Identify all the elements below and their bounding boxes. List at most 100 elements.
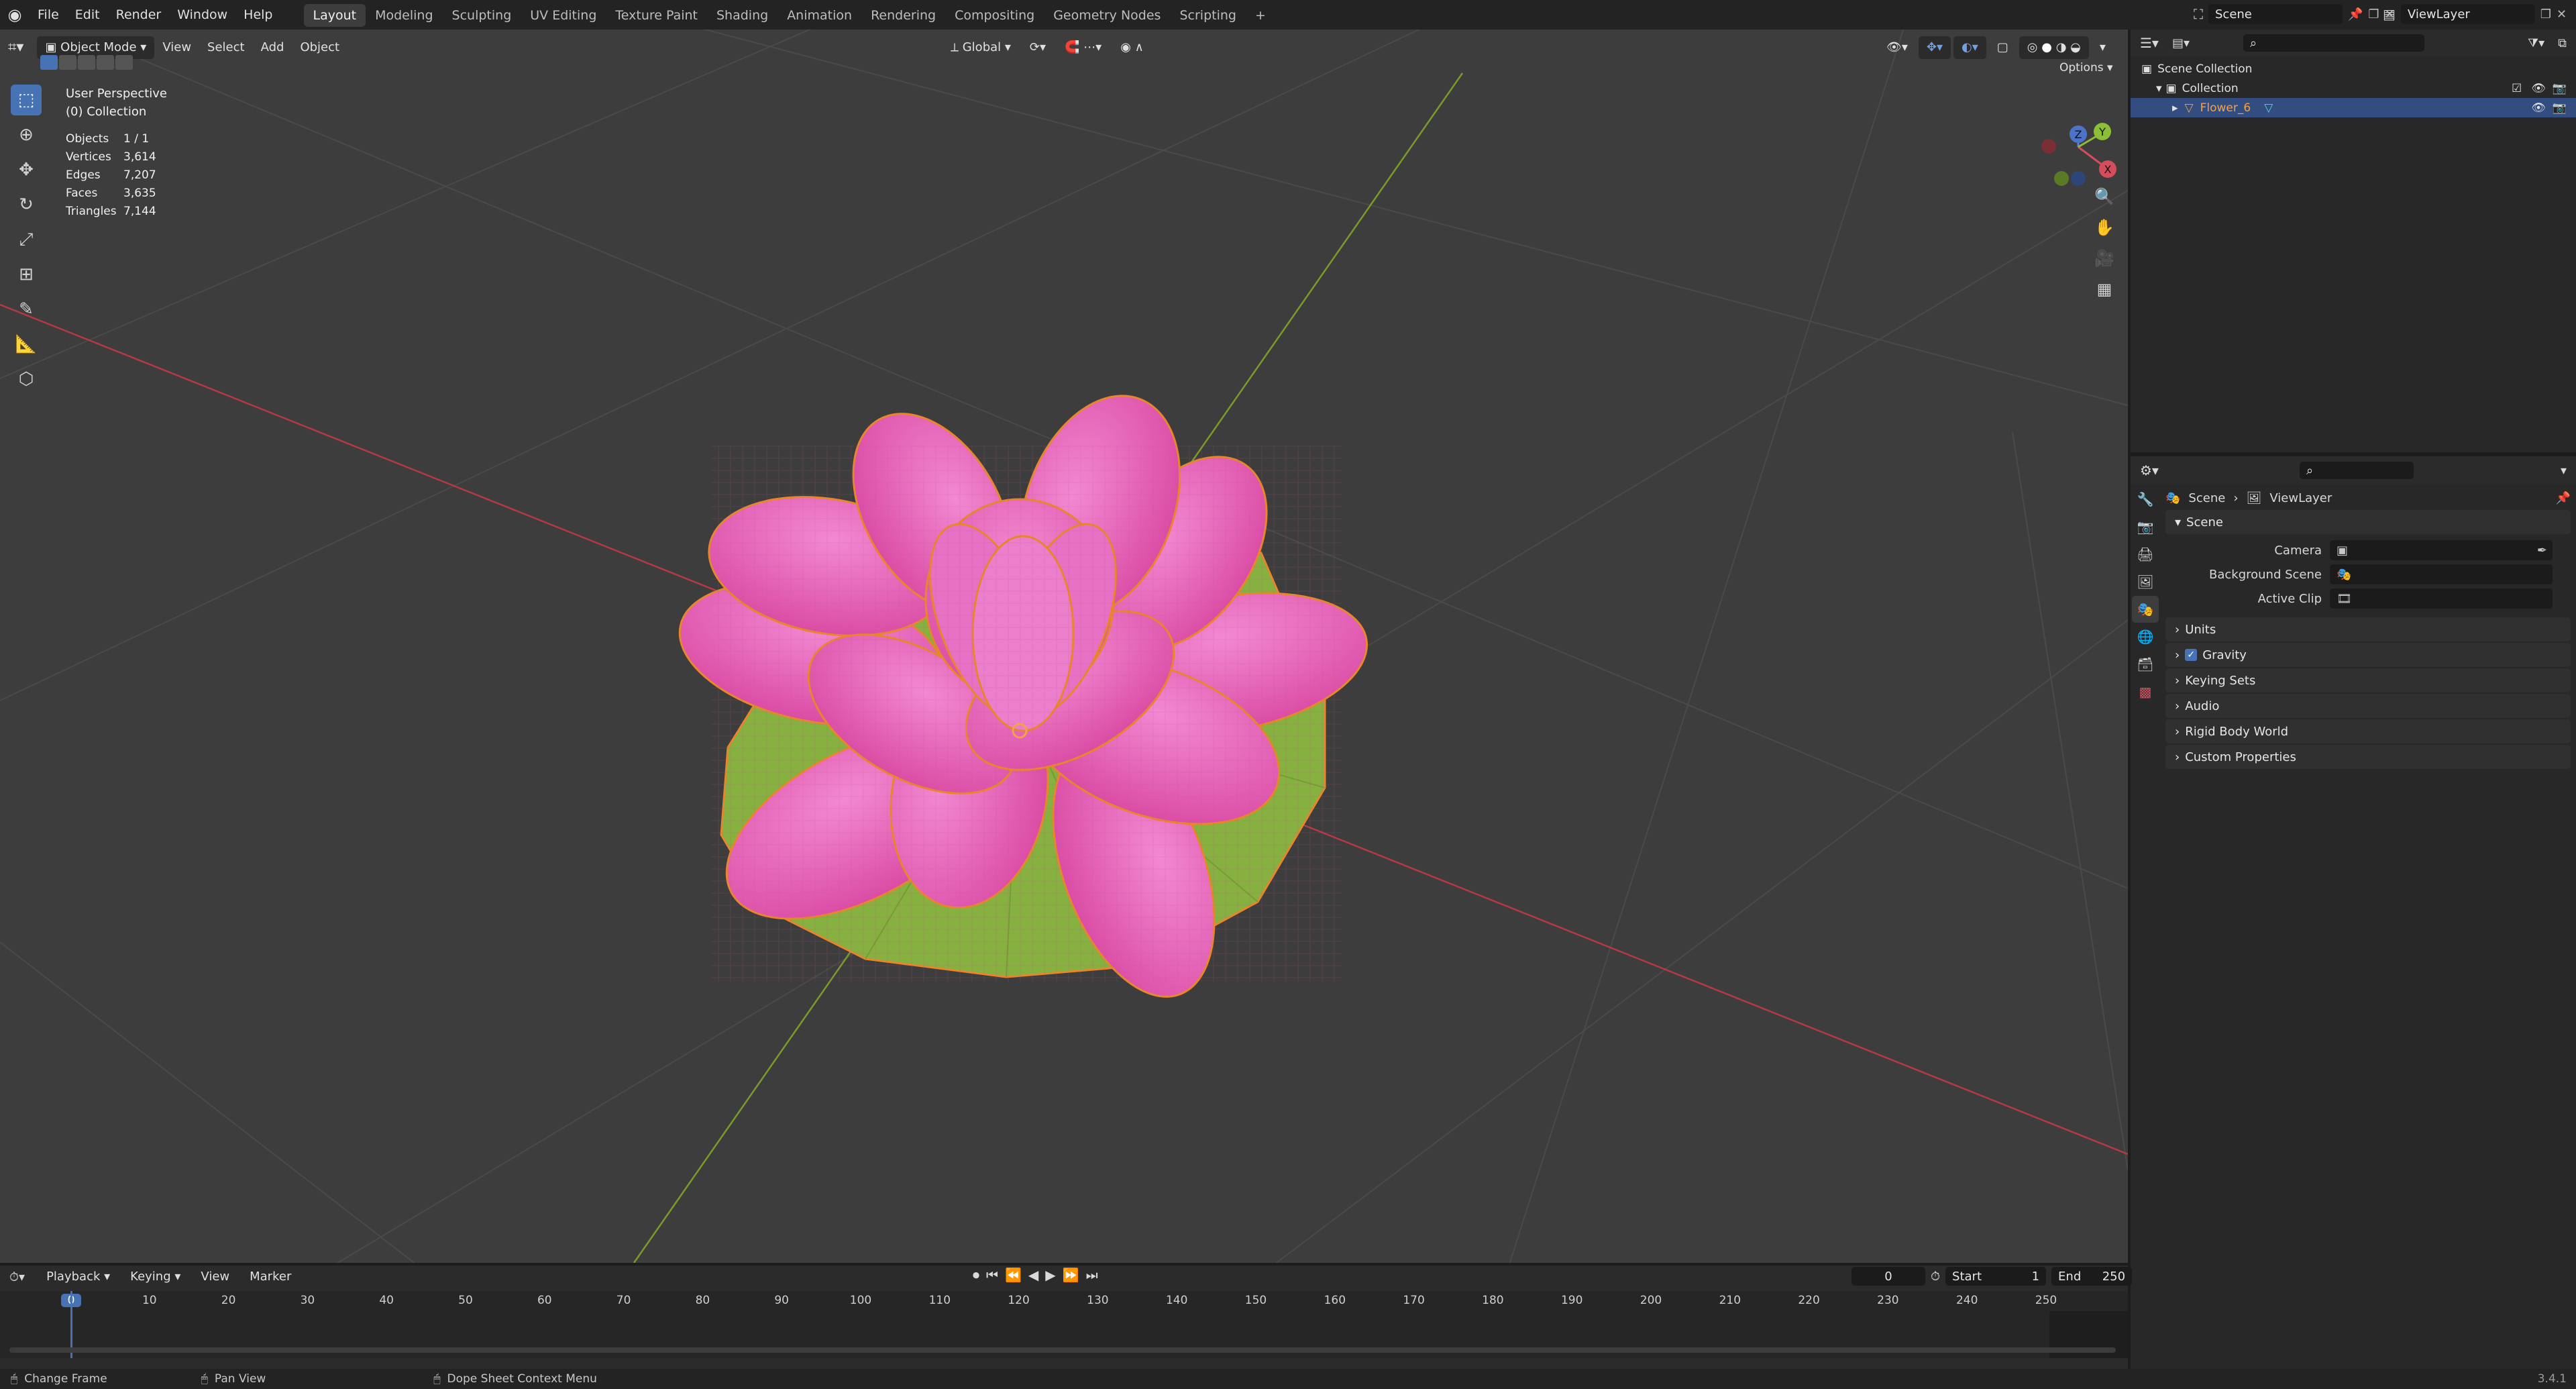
timeline-editor-icon[interactable]: ⏱▾ [9, 1270, 25, 1284]
world-tab-icon[interactable]: 🌐 [2132, 623, 2159, 650]
workspace-tab-modeling[interactable]: Modeling [366, 4, 442, 27]
next-keyframe-icon[interactable]: ⏩ [1063, 1267, 1079, 1283]
custom-properties-panel-header[interactable]: › Custom Properties [2165, 745, 2571, 769]
scene-icon[interactable]: ⛶ [2194, 6, 2203, 22]
workspace-tab-scripting[interactable]: Scripting [1170, 4, 1246, 27]
select-subtract-icon[interactable] [78, 55, 95, 70]
select-intersect-icon[interactable] [115, 55, 133, 70]
tool-tab-icon[interactable]: 🔧 [2132, 486, 2159, 513]
end-frame-input[interactable]: End 250 [2051, 1267, 2133, 1286]
jump-start-icon[interactable]: ⏮ [986, 1267, 998, 1283]
zoom-icon[interactable]: 🔍 [2089, 181, 2120, 212]
cursor-tool-icon[interactable]: ⊕ [11, 119, 42, 150]
rotate-tool-icon[interactable]: ↻ [11, 189, 42, 220]
select-invert-icon[interactable] [97, 55, 114, 70]
menu-add[interactable]: Add [253, 36, 292, 59]
transform-tool-icon[interactable]: ⊞ [11, 259, 42, 290]
display-mode-icon[interactable]: ▤▾ [2172, 36, 2190, 50]
pin-icon[interactable]: 📌 [2348, 7, 2363, 21]
snap-icon[interactable]: 🧲 ⋯▾ [1057, 36, 1110, 59]
select-new-icon[interactable] [40, 55, 58, 70]
background-scene-input[interactable]: 🎭 [2330, 564, 2553, 584]
menu-object[interactable]: Object [292, 36, 347, 59]
collection-tab-icon[interactable]: 🗃 [2132, 651, 2159, 678]
render-tab-icon[interactable]: 📷 [2132, 513, 2159, 540]
move-tool-icon[interactable]: ✥ [11, 154, 42, 185]
options-chevron-icon[interactable]: ▾ [2561, 464, 2567, 478]
timeline-scrollbar[interactable] [9, 1347, 2116, 1353]
gizmo-neg-x[interactable] [2041, 139, 2056, 154]
menu-render[interactable]: Render [108, 0, 170, 30]
texture-tab-icon[interactable]: ▩ [2132, 678, 2159, 705]
menu-playback[interactable]: Playback ▾ [38, 1266, 118, 1288]
play-icon[interactable]: ▶ [1045, 1267, 1055, 1283]
rigid-body-world-panel-header[interactable]: › Rigid Body World [2165, 719, 2571, 743]
add-workspace-button[interactable]: + [1246, 4, 1275, 27]
scene-tab-icon[interactable]: 🎭 [2132, 596, 2159, 623]
prev-keyframe-icon[interactable]: ⏪ [1005, 1267, 1022, 1283]
menu-file[interactable]: File [30, 0, 67, 30]
play-reverse-icon[interactable]: ◀ [1028, 1267, 1038, 1283]
jump-end-icon[interactable]: ⏭ [1086, 1267, 1098, 1283]
gizmo-neg-z[interactable] [2071, 171, 2086, 186]
mesh-data-icon[interactable]: ▽ [2264, 101, 2273, 115]
shading-modes[interactable]: ◎ ● ◑ ◒ [2019, 36, 2089, 59]
workspace-tab-layout[interactable]: Layout [303, 4, 366, 27]
menu-window[interactable]: Window [169, 0, 235, 30]
exclude-checkbox-icon[interactable]: ☑ [2512, 82, 2522, 95]
workspace-tab-shading[interactable]: Shading [707, 4, 777, 27]
scene-panel-header[interactable]: ▾ Scene [2165, 510, 2571, 534]
start-frame-input[interactable]: Start 1 [1945, 1267, 2047, 1286]
tree-object-flower[interactable]: ▸ ▽ Flower_6 ▽ 👁 📷 [2131, 98, 2576, 117]
frame-ruler[interactable]: 0102030405060708090100110120130140150160… [0, 1291, 2128, 1311]
workspace-tab-compositing[interactable]: Compositing [945, 4, 1044, 27]
workspace-tab-animation[interactable]: Animation [777, 4, 861, 27]
eyedropper-icon[interactable]: ✒ [2537, 544, 2547, 558]
menu-select[interactable]: Select [199, 36, 253, 59]
new-collection-icon[interactable]: ⧉ [2558, 36, 2567, 50]
workspace-tab-texture-paint[interactable]: Texture Paint [606, 4, 707, 27]
wireframe-shading-icon[interactable]: ◎ [2027, 40, 2038, 54]
pin-icon[interactable]: 📌 [2556, 491, 2571, 505]
xray-icon[interactable]: ▢ [1989, 36, 2017, 59]
menu-keying[interactable]: Keying ▾ [122, 1266, 189, 1288]
workspace-tab-rendering[interactable]: Rendering [861, 4, 945, 27]
menu-help[interactable]: Help [235, 0, 280, 30]
new-scene-icon[interactable]: ❐ [2368, 7, 2379, 21]
properties-search-input[interactable]: ⌕ [2299, 462, 2414, 479]
scale-tool-icon[interactable]: ⤢ [11, 224, 42, 255]
measure-tool-icon[interactable]: 📐 [11, 329, 42, 360]
current-frame-input[interactable]: 0 [1851, 1267, 1925, 1286]
properties-editor-icon[interactable]: ⚙▾ [2140, 462, 2159, 478]
solid-shading-icon[interactable]: ● [2041, 40, 2052, 54]
view-layer-icon[interactable]: ▤ [2383, 6, 2396, 22]
pan-hand-icon[interactable]: ✋ [2089, 212, 2120, 243]
gravity-checkbox[interactable]: ✓ [2185, 649, 2198, 661]
view-layer-name-field[interactable]: ViewLayer [2400, 4, 2535, 24]
workspace-tab-uv-editing[interactable]: UV Editing [521, 4, 606, 27]
workspace-tab-sculpting[interactable]: Sculpting [443, 4, 521, 27]
menu-view[interactable]: View [154, 36, 199, 59]
menu-edit[interactable]: Edit [67, 0, 108, 30]
render-camera-icon[interactable]: 📷 [2553, 101, 2567, 115]
new-view-layer-icon[interactable]: ❐ [2540, 7, 2551, 21]
scene-name-field[interactable]: Scene [2208, 4, 2343, 24]
annotate-tool-icon[interactable]: ✎ [11, 294, 42, 325]
proportional-edit-icon[interactable]: ◉ ∧ [1112, 36, 1152, 59]
orientation-dropdown[interactable]: ⟂ Global ▾ [943, 36, 1019, 59]
add-cube-tool-icon[interactable]: ⬡ [11, 364, 42, 395]
record-icon[interactable]: ⏺ [973, 1267, 979, 1283]
close-view-layer-icon[interactable]: ✕ [2557, 7, 2567, 21]
visibility-icon[interactable]: 👁▾ [1878, 36, 1916, 59]
view-layer-tab-icon[interactable]: 🖼 [2132, 568, 2159, 595]
material-shading-icon[interactable]: ◑ [2056, 40, 2067, 54]
keying-sets-panel-header[interactable]: › Keying Sets [2165, 668, 2571, 692]
overlay-toggle-icon[interactable]: ◐▾ [1953, 36, 1986, 59]
ortho-grid-icon[interactable]: ▦ [2089, 274, 2120, 305]
audio-panel-header[interactable]: › Audio [2165, 694, 2571, 718]
tree-scene-collection[interactable]: ▣ Scene Collection [2141, 59, 2576, 79]
outliner-editor-icon[interactable]: ☰▾ [2140, 35, 2159, 51]
visibility-eye-icon[interactable]: 👁 [2531, 82, 2546, 95]
visibility-eye-icon[interactable]: 👁 [2531, 101, 2546, 115]
pivot-icon[interactable]: ⟳▾ [1022, 36, 1054, 59]
